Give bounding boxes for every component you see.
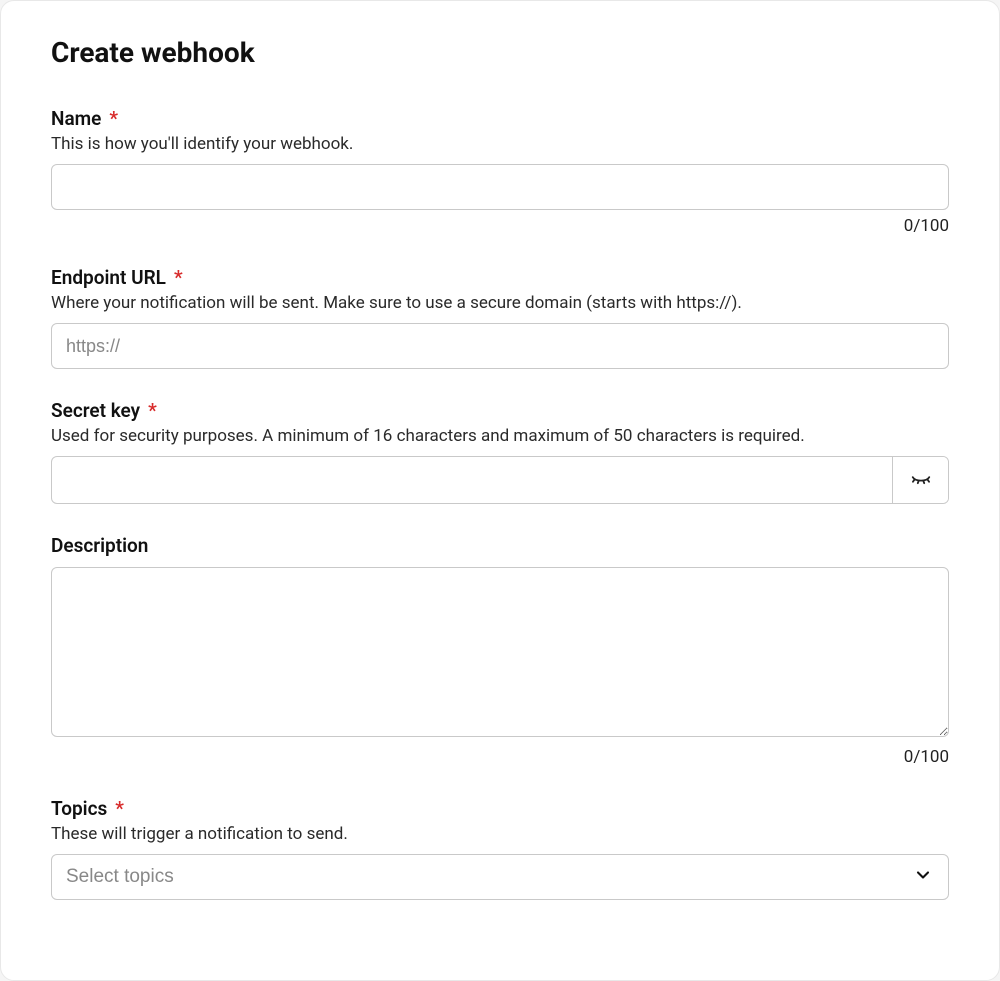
description-char-counter: 0/100: [51, 747, 949, 767]
topics-select[interactable]: Select topics: [51, 854, 949, 900]
endpoint-label: Endpoint URL: [51, 266, 166, 289]
secret-help-text: Used for security purposes. A minimum of…: [51, 426, 949, 446]
topics-help-text: These will trigger a notification to sen…: [51, 824, 949, 844]
description-textarea[interactable]: [51, 567, 949, 737]
description-field-group: Description 0/100: [51, 534, 949, 767]
name-label: Name: [51, 107, 101, 130]
secret-label-row: Secret key *: [51, 399, 949, 422]
topics-label-row: Topics *: [51, 797, 949, 820]
secret-key-input[interactable]: [52, 457, 892, 503]
required-asterisk-icon: *: [115, 799, 124, 818]
endpoint-url-input[interactable]: [51, 323, 949, 369]
secret-label: Secret key: [51, 399, 140, 422]
required-asterisk-icon: *: [109, 109, 118, 128]
required-asterisk-icon: *: [174, 268, 183, 287]
toggle-visibility-button[interactable]: [892, 457, 948, 503]
spacer: [51, 557, 949, 567]
description-label-row: Description: [51, 534, 949, 557]
secret-input-wrapper: [51, 456, 949, 504]
name-input[interactable]: [51, 164, 949, 210]
name-help-text: This is how you'll identify your webhook…: [51, 134, 949, 154]
topics-field-group: Topics * These will trigger a notificati…: [51, 797, 949, 900]
topics-label: Topics: [51, 797, 107, 820]
create-webhook-card: Create webhook Name * This is how you'll…: [0, 0, 1000, 981]
endpoint-field-group: Endpoint URL * Where your notification w…: [51, 266, 949, 369]
required-asterisk-icon: *: [148, 401, 157, 420]
name-label-row: Name *: [51, 107, 949, 130]
endpoint-label-row: Endpoint URL *: [51, 266, 949, 289]
topics-select-wrapper: Select topics: [51, 854, 949, 900]
name-field-group: Name * This is how you'll identify your …: [51, 107, 949, 236]
secret-field-group: Secret key * Used for security purposes.…: [51, 399, 949, 504]
description-label: Description: [51, 534, 148, 557]
name-char-counter: 0/100: [51, 216, 949, 236]
endpoint-help-text: Where your notification will be sent. Ma…: [51, 293, 949, 313]
page-title: Create webhook: [51, 36, 949, 69]
eye-closed-icon: [910, 468, 932, 493]
